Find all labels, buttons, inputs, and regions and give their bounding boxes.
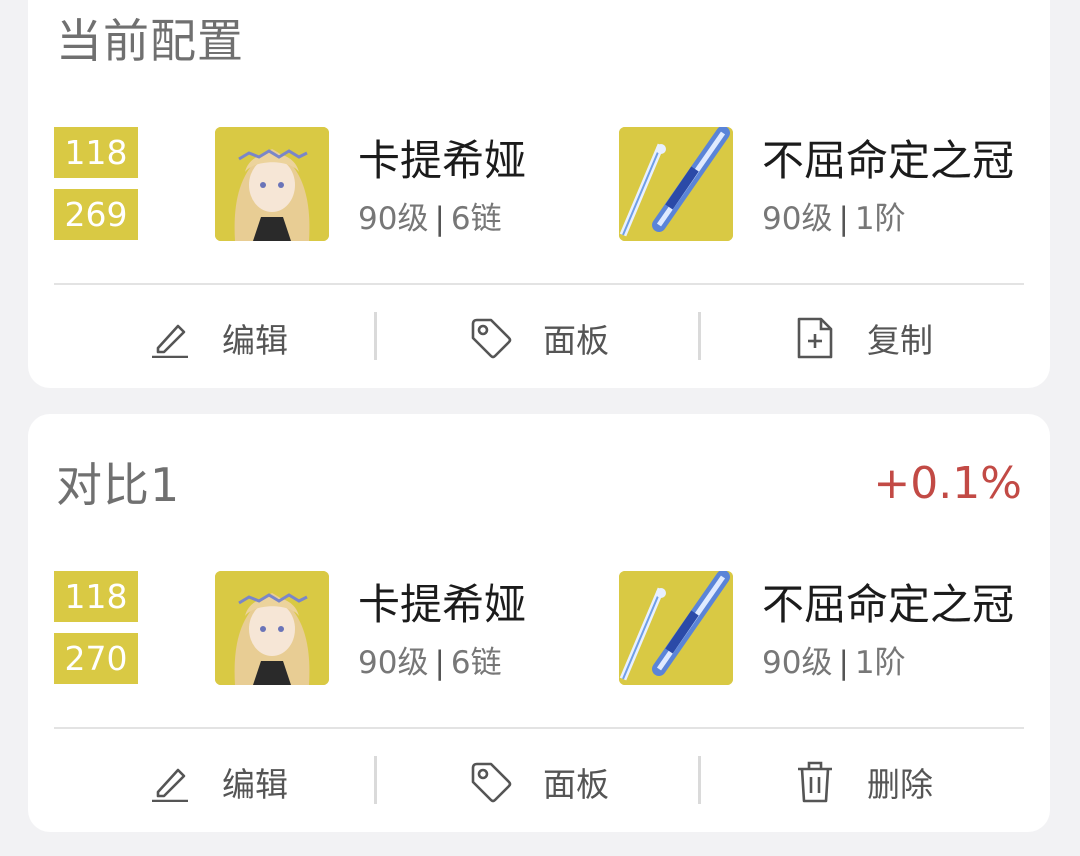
weapon-name: 不屈命定之冠 — [762, 136, 1015, 185]
panel-button[interactable]: 面板 — [469, 314, 609, 362]
character-name: 卡提希娅 — [358, 136, 527, 185]
separator — [374, 756, 377, 804]
delete-button[interactable]: 删除 — [793, 758, 933, 806]
weapon-image[interactable] — [619, 127, 733, 241]
delete-label: 删除 — [867, 765, 933, 804]
card-title: 当前配置 — [56, 14, 244, 68]
stat-badge: 118 — [54, 127, 138, 178]
edit-label: 编辑 — [222, 765, 288, 804]
character-portrait[interactable] — [215, 127, 329, 241]
character-portrait[interactable] — [215, 571, 329, 685]
config-card-current: 当前配置 118 269 卡提希娅 90级 | 6链 不屈命定之冠 90级 | 1阶 — [28, 0, 1050, 388]
stat-badge: 270 — [54, 633, 138, 684]
pencil-icon — [148, 760, 192, 804]
weapon-info: 90级 | 1阶 — [762, 645, 906, 681]
config-card-compare: 对比1 +0.1% 118 270 卡提希娅 90级 | 6链 不屈命定之冠 90级… — [28, 414, 1050, 832]
panel-button[interactable]: 面板 — [469, 758, 609, 806]
weapon-name: 不屈命定之冠 — [762, 580, 1015, 629]
percent-diff: +0.1% — [873, 458, 1022, 509]
weapon-info: 90级 | 1阶 — [762, 201, 906, 237]
character-info: 90级 | 6链 — [358, 201, 502, 237]
edit-button[interactable]: 编辑 — [148, 758, 288, 806]
file-plus-icon — [793, 316, 837, 360]
stat-badge: 269 — [54, 189, 138, 240]
edit-label: 编辑 — [222, 321, 288, 360]
stat-badge: 118 — [54, 571, 138, 622]
separator — [374, 312, 377, 360]
tag-icon — [469, 316, 513, 360]
divider — [54, 283, 1024, 285]
card-title: 对比1 — [56, 458, 181, 512]
edit-button[interactable]: 编辑 — [148, 314, 288, 362]
character-info: 90级 | 6链 — [358, 645, 502, 681]
copy-button[interactable]: 复制 — [793, 314, 933, 362]
copy-label: 复制 — [867, 321, 933, 360]
panel-label: 面板 — [543, 765, 609, 804]
character-name: 卡提希娅 — [358, 580, 527, 629]
trash-icon — [793, 760, 837, 804]
weapon-image[interactable] — [619, 571, 733, 685]
separator — [698, 312, 701, 360]
tag-icon — [469, 760, 513, 804]
pencil-icon — [148, 316, 192, 360]
divider — [54, 727, 1024, 729]
panel-label: 面板 — [543, 321, 609, 360]
separator — [698, 756, 701, 804]
